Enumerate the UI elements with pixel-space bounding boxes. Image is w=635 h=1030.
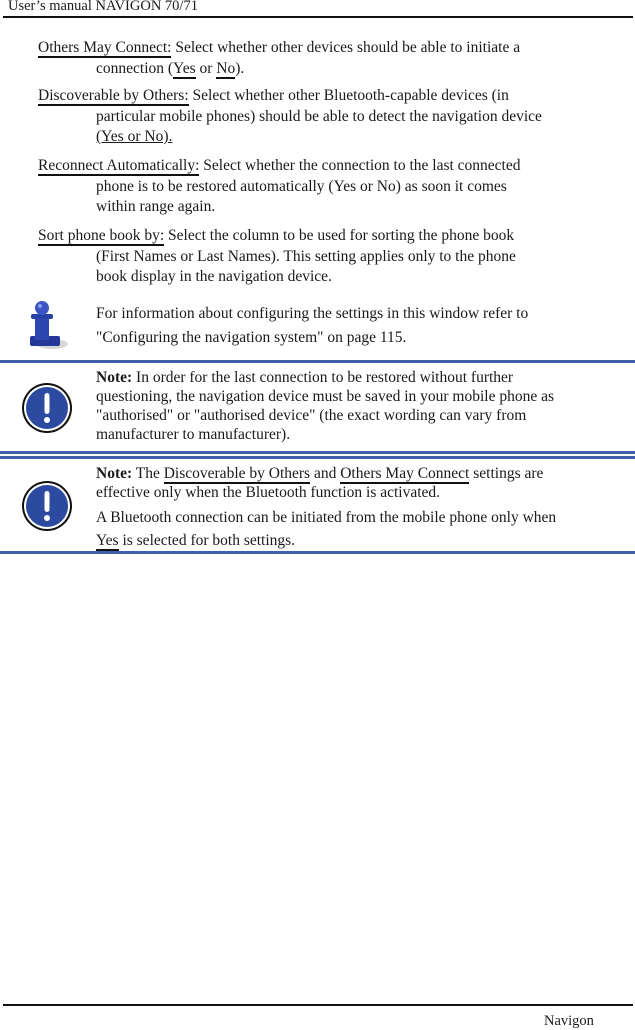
note-label: Note: <box>96 465 133 482</box>
note-body: and <box>310 465 341 482</box>
entry-text: connection ( <box>96 59 174 77</box>
note-text: Note: In order for the last connection t… <box>96 368 586 444</box>
entry-options: (Yes or No). <box>96 128 173 145</box>
note-body: is selected for both settings. <box>118 532 296 549</box>
entry-text: particular mobile phones) should be able… <box>96 107 542 125</box>
entry-description: Select whether other Bluetooth-capable d… <box>188 87 509 104</box>
section-divider <box>0 551 635 554</box>
entry-text: (First Names or Last Names). This settin… <box>96 247 516 265</box>
setting-name: Others May Connect <box>340 465 470 484</box>
note-body: The <box>132 465 164 482</box>
entry-text: book display in the navigation device. <box>96 268 332 285</box>
info-pawn-icon <box>22 300 70 357</box>
option-yes: Yes <box>96 532 119 551</box>
document-header-title: User’s manual NAVIGON 70/71 <box>8 0 198 14</box>
setting-name: Discoverable by Others <box>163 465 311 484</box>
setting-entry-discoverable-by-others: Discoverable by Others: Select whether o… <box>38 86 598 148</box>
section-divider <box>0 360 635 363</box>
footer-rule <box>3 1004 633 1006</box>
term-sort-phone-book-by: Sort phone book by: <box>38 227 165 246</box>
info-line: "Configuring the navigation system" on p… <box>96 329 407 346</box>
setting-entry-sort-phone-book: Sort phone book by: Select the column to… <box>38 226 598 288</box>
entry-text: ). <box>235 59 245 77</box>
option-no: No <box>216 59 236 79</box>
entry-description: Select whether the connection to the las… <box>199 157 521 174</box>
note-label: Note: <box>96 369 133 386</box>
term-reconnect-automatically: Reconnect Automatically: <box>38 157 200 176</box>
section-divider <box>0 451 635 454</box>
entry-text: within range again. <box>96 198 216 215</box>
setting-entry-others-may-connect: Others May Connect: Select whether other… <box>38 38 598 79</box>
setting-entry-reconnect-automatically: Reconnect Automatically: Select whether … <box>38 156 598 218</box>
entry-description: Select the column to be used for sorting… <box>164 227 515 244</box>
info-line: For information about configuring the se… <box>96 305 529 322</box>
header-rule <box>3 16 633 18</box>
section-divider <box>0 456 635 459</box>
term-others-may-connect: Others May Connect: <box>38 39 172 58</box>
footer-brand: Navigon <box>544 1013 594 1029</box>
term-discoverable-by-others: Discoverable by Others: <box>38 87 189 106</box>
info-box-text: For information about configuring the se… <box>96 302 596 350</box>
entry-description: Select whether other devices should be a… <box>171 39 521 56</box>
note-body: A Bluetooth connection can be initiated … <box>96 509 557 526</box>
exclamation-icon <box>21 382 73 439</box>
entry-text: or <box>195 59 217 77</box>
note-text: Note: The Discoverable by Others and Oth… <box>96 464 566 552</box>
note-body: In order for the last connection to be r… <box>96 369 555 443</box>
exclamation-icon <box>21 480 73 537</box>
entry-text: phone is to be restored automatically (Y… <box>96 177 507 195</box>
option-yes: Yes <box>173 59 196 79</box>
